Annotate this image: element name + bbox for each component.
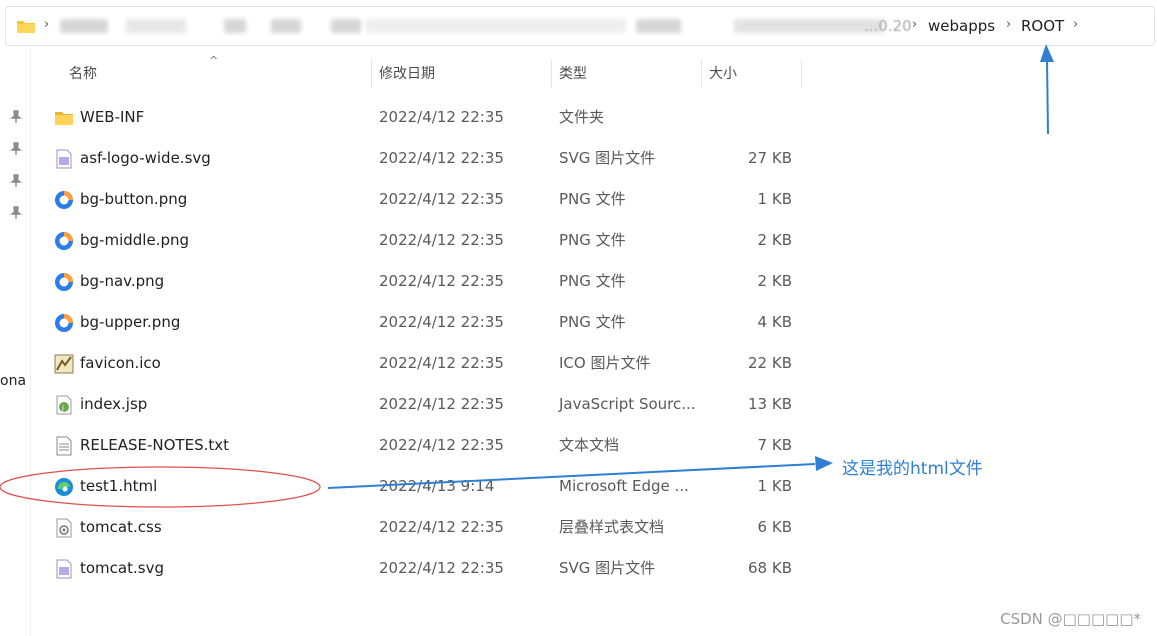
annotation-overlay [0,44,1054,508]
watermark: CSDN @□□□□□* [1000,610,1141,628]
arrowhead-right [815,456,833,471]
highlight-ellipse [0,466,321,508]
arrowhead-up [1040,44,1054,62]
pointer-line-root [1046,59,1049,135]
pointer-line [327,463,816,489]
annotation-note: 这是我的html文件 [842,459,983,479]
